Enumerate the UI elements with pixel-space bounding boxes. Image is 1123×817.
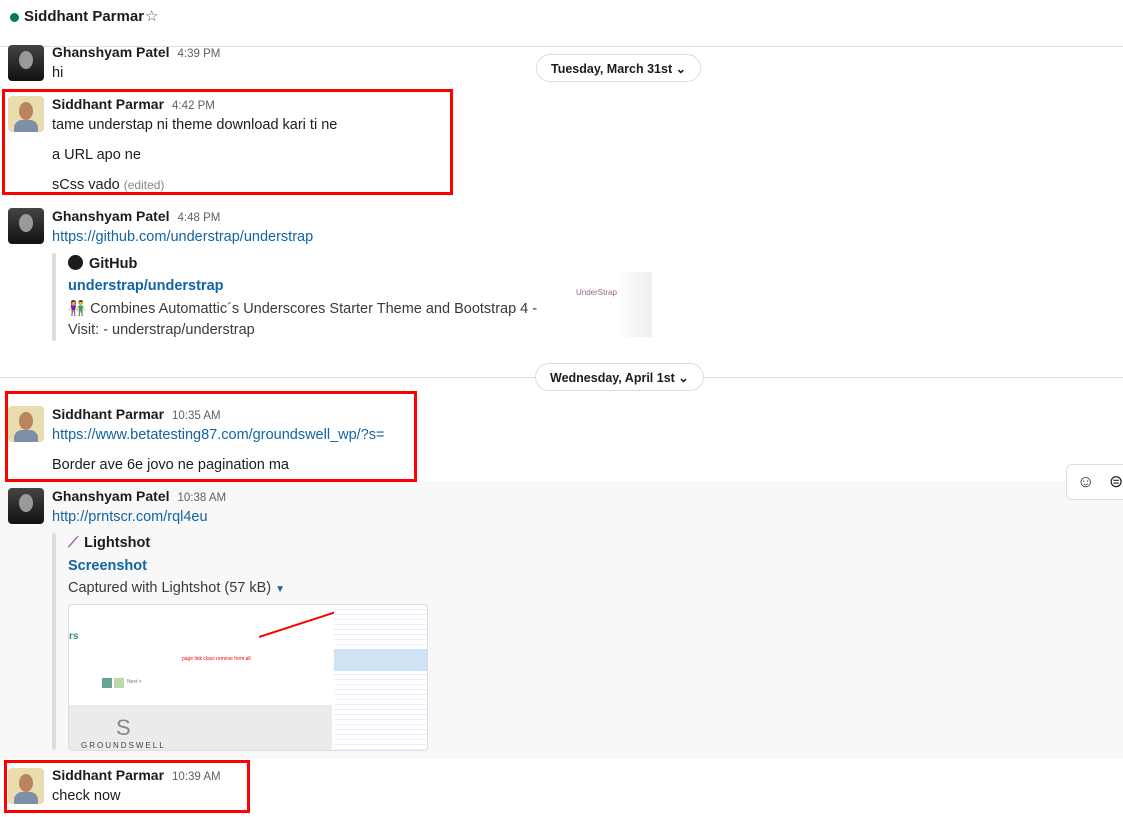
star-icon[interactable]: ☆ xyxy=(145,7,158,25)
sender-name[interactable]: Ghanshyam Patel xyxy=(52,488,170,504)
sender-name[interactable]: Siddhant Parmar xyxy=(52,767,164,783)
date-divider[interactable]: Tuesday, March 31st ⌄ xyxy=(536,54,702,82)
thumbnail-text: UnderStrap xyxy=(576,288,617,297)
message-text: tame understap ni theme download kari ti… xyxy=(52,117,338,133)
sender-name[interactable]: Ghanshyam Patel xyxy=(52,208,170,224)
github-icon xyxy=(68,255,83,270)
online-status-icon xyxy=(10,13,19,22)
image-heading: rs xyxy=(69,631,79,642)
message-link[interactable]: https://www.betatesting87.com/groundswel… xyxy=(52,427,384,443)
devtools-panel xyxy=(334,605,427,750)
attachment-caption: Captured with Lightshot (57 kB) xyxy=(68,580,272,596)
attachment-description: 👫 Combines Automattic´s Underscores Star… xyxy=(68,301,538,317)
timestamp[interactable]: 4:39 PM xyxy=(178,48,221,60)
attachment-title[interactable]: Screenshot xyxy=(68,558,147,574)
message-actions: ☺ ⊜ xyxy=(1066,464,1123,500)
feather-icon: ⟋ xyxy=(68,535,79,551)
attachment-service: GitHub xyxy=(68,255,137,272)
timestamp[interactable]: 10:39 AM xyxy=(172,771,221,783)
avatar[interactable] xyxy=(8,406,44,442)
add-reaction-icon[interactable]: ☺ xyxy=(1077,472,1094,492)
image-logo-text: GROUNDSWELL xyxy=(81,741,166,750)
attachment-title[interactable]: understrap/understrap xyxy=(68,278,224,294)
screenshot-image[interactable]: rs page link class remove from all Next … xyxy=(68,604,428,751)
image-next-text: Next > xyxy=(127,679,142,685)
message-text: hi xyxy=(52,65,64,81)
message-link[interactable]: https://github.com/understrap/understrap xyxy=(52,229,313,245)
message-text: sCss vado (edited) xyxy=(52,177,164,193)
attachment-thumbnail[interactable]: UnderStrap xyxy=(570,272,652,337)
edited-label: (edited) xyxy=(123,178,165,192)
timestamp[interactable]: 4:42 PM xyxy=(172,100,215,112)
image-annotation: page link class remove from all xyxy=(182,656,251,662)
attachment-bar xyxy=(52,253,56,341)
logo-glyph: S xyxy=(116,715,131,740)
avatar[interactable] xyxy=(8,488,44,524)
avatar[interactable] xyxy=(8,208,44,244)
message-text: Border ave 6e jovo ne pagination ma xyxy=(52,457,289,473)
avatar[interactable] xyxy=(8,768,44,804)
message-header: Ghanshyam Patel 4:39 PM xyxy=(52,44,220,62)
date-label: Wednesday, April 1st xyxy=(550,371,675,385)
service-name: GitHub xyxy=(89,256,138,272)
reply-thread-icon[interactable]: ⊜ xyxy=(1109,472,1123,492)
timestamp[interactable]: 4:48 PM xyxy=(178,212,221,224)
sender-name[interactable]: Siddhant Parmar xyxy=(52,96,164,112)
timestamp[interactable]: 10:35 AM xyxy=(172,410,221,422)
channel-title[interactable]: Siddhant Parmar xyxy=(24,8,144,25)
message-text: check now xyxy=(52,788,121,804)
timestamp[interactable]: 10:38 AM xyxy=(178,492,227,504)
message-text: a URL apo ne xyxy=(52,147,141,163)
date-label: Tuesday, March 31st xyxy=(551,62,673,76)
avatar[interactable] xyxy=(8,45,44,81)
channel-header: Siddhant Parmar ☆ xyxy=(0,0,1123,47)
date-divider[interactable]: Wednesday, April 1st ⌄ xyxy=(535,363,704,391)
chevron-down-icon: ⌄ xyxy=(678,371,689,385)
service-name: Lightshot xyxy=(84,535,151,551)
sender-name[interactable]: Ghanshyam Patel xyxy=(52,44,170,60)
attachment-bar xyxy=(52,533,56,750)
avatar[interactable] xyxy=(8,96,44,132)
message-link[interactable]: http://prntscr.com/rql4eu xyxy=(52,509,208,525)
attachment-service: ⟋ Lightshot xyxy=(68,535,150,551)
attachment-description: Captured with Lightshot (57 kB) ▼ xyxy=(68,580,285,596)
chevron-down-icon: ⌄ xyxy=(675,62,687,76)
sender-name[interactable]: Siddhant Parmar xyxy=(52,406,164,422)
caret-down-icon[interactable]: ▼ xyxy=(275,584,285,595)
attachment-description: Visit: - understrap/understrap xyxy=(68,322,255,338)
message-text-content: sCss vado xyxy=(52,177,120,193)
